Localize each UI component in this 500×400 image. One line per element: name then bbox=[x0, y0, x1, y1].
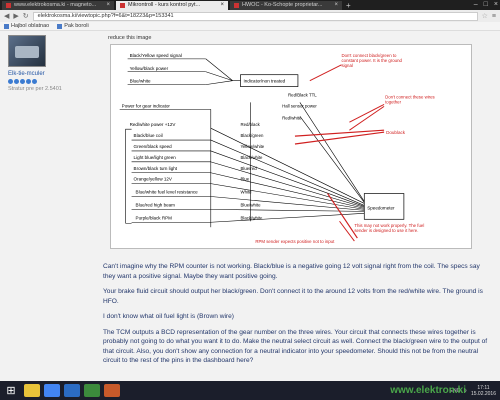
url-input[interactable]: elektrokosma.ki/viewtopic.php?f=6&t=1822… bbox=[32, 11, 478, 21]
post-paragraph: Your brake fluid circuit should output h… bbox=[103, 288, 483, 305]
wiring-diagram-svg: Black/Yellow speed signal Yellow/black p… bbox=[119, 52, 435, 244]
tab-favicon-icon bbox=[6, 3, 11, 8]
bookmark-star-icon[interactable]: ☆ bbox=[482, 12, 488, 20]
rank-dot bbox=[26, 79, 31, 84]
address-bar: ◀ ▶ ↻ elektrokosma.ki/viewtopic.php?f=6&… bbox=[0, 10, 500, 22]
username-link[interactable]: Elk-tie-mculer bbox=[8, 71, 96, 77]
close-icon[interactable]: × bbox=[334, 1, 338, 10]
post-body: reduce this image Black/Yellow speed sig… bbox=[100, 35, 492, 364]
clock[interactable]: 17:11 15.02.2016 bbox=[471, 385, 496, 397]
center-label: Red/black bbox=[240, 122, 260, 127]
forward-icon[interactable]: ▶ bbox=[13, 12, 18, 20]
center-label: Black/green bbox=[240, 133, 264, 138]
bookmark-label: Hajbol oblatnao bbox=[11, 23, 50, 29]
word-icon[interactable] bbox=[64, 384, 80, 397]
tab-favicon-icon bbox=[120, 3, 125, 8]
reload-icon[interactable]: ↻ bbox=[23, 12, 29, 20]
clock-date: 15.02.2016 bbox=[470, 390, 496, 397]
app-icon[interactable] bbox=[104, 384, 120, 397]
left-label: Black/blue coil bbox=[134, 133, 163, 138]
indicator-box-label: Indicator/non treated bbox=[243, 79, 285, 84]
left-label: Green/black speed bbox=[134, 144, 173, 149]
left-label: Blue/red high beam bbox=[136, 202, 176, 207]
watermark-text: www.elektron.ki bbox=[390, 385, 466, 396]
close-icon[interactable]: × bbox=[106, 1, 110, 10]
left-label-group: Black/Yellow speed signal Yellow/black p… bbox=[119, 53, 211, 224]
center-label: Red/white bbox=[282, 115, 302, 120]
tab-label: HWOC - Ko-Schopte proprietar... bbox=[242, 2, 323, 8]
post-paragraph: Can't imagine why the RPM counter is not… bbox=[103, 263, 480, 280]
rank-dot bbox=[32, 79, 37, 84]
avatar[interactable] bbox=[8, 35, 46, 67]
left-label: Orange/yellow 12V bbox=[134, 177, 173, 182]
left-label: Yellow/black power bbox=[130, 66, 169, 71]
speedometer-label: Speedometer bbox=[367, 205, 395, 210]
post-paragraph: I don't know what oil fuel light is (Bro… bbox=[103, 313, 234, 320]
center-label: Hall sensor power bbox=[282, 103, 317, 108]
rank-dot bbox=[20, 79, 25, 84]
tab-favicon-icon bbox=[234, 3, 239, 8]
chrome-icon[interactable] bbox=[44, 384, 60, 397]
rank-dot bbox=[8, 79, 13, 84]
red-note: RPM sender expects positive not to input bbox=[255, 239, 335, 244]
bookmarks-bar: Hajbol oblatnao Pak boroli bbox=[0, 22, 500, 31]
browser-tab-bar: www.elektrokosma.ki - magneto... × Mikro… bbox=[0, 0, 500, 10]
post-text: Can't imagine why the RPM counter is not… bbox=[103, 262, 491, 372]
back-icon[interactable]: ◀ bbox=[4, 12, 9, 20]
center-label: Red/Black TTL bbox=[288, 92, 317, 97]
post-paragraph: The TCM outputs a BCD representation of … bbox=[103, 328, 488, 365]
bookmark-label: Pak boroli bbox=[64, 23, 89, 29]
bookmark-item[interactable]: Hajbol oblatnao bbox=[4, 23, 49, 29]
minimize-icon[interactable]: – bbox=[474, 1, 478, 8]
speedometer-wires bbox=[210, 102, 365, 223]
menu-icon[interactable]: ≡ bbox=[492, 13, 496, 20]
window-close-icon[interactable]: × bbox=[494, 1, 498, 8]
start-button[interactable]: ⊞ bbox=[0, 381, 22, 400]
left-label: Purple/black RPM bbox=[136, 215, 173, 220]
tab-label: www.elektrokosma.ki - magneto... bbox=[14, 2, 97, 8]
red-note: Doublack bbox=[386, 130, 406, 135]
center-label: Blue/red bbox=[240, 166, 257, 171]
red-note: Don't connect these wires together bbox=[385, 94, 435, 105]
new-tab-button[interactable]: + bbox=[346, 1, 351, 10]
post-author-panel: Elk-tie-mculer Stratur pre per 2.5401 bbox=[8, 35, 96, 92]
red-note: Don't connect black/green to constant po… bbox=[341, 52, 402, 68]
excel-icon[interactable] bbox=[84, 384, 100, 397]
browser-tab-2[interactable]: Mikrontroll - kurs kontrol pyt... × bbox=[116, 1, 228, 10]
center-label: Blue/white bbox=[240, 202, 261, 207]
upper-connections: Indicator/non treated bbox=[205, 58, 299, 87]
browser-tab-3[interactable]: HWOC - Ko-Schopte proprietar... × bbox=[230, 1, 342, 10]
maximize-icon[interactable]: □ bbox=[484, 1, 488, 8]
image-caption: reduce this image bbox=[108, 35, 152, 41]
forum-page: Elk-tie-mculer Stratur pre per 2.5401 re… bbox=[0, 31, 500, 381]
left-label: Brown/black turn light bbox=[134, 166, 178, 171]
left-label: Red/white power +12V bbox=[130, 122, 177, 127]
rank-dot bbox=[14, 79, 19, 84]
window-controls: – □ × bbox=[474, 1, 498, 8]
post-count: Stratur pre per 2.5401 bbox=[8, 86, 62, 92]
left-label: Blue/white fuel level resistance bbox=[136, 190, 199, 195]
tab-label: Mikrontroll - kurs kontrol pyt... bbox=[128, 2, 201, 8]
left-label: Power for gear indicator bbox=[122, 103, 171, 108]
rank-badge bbox=[8, 79, 96, 84]
left-label: Light blue/light green bbox=[134, 155, 177, 160]
left-label: Blue/white bbox=[130, 79, 151, 84]
red-note: This may not work properly. The fuel sen… bbox=[354, 223, 425, 234]
left-label: Black/Yellow speed signal bbox=[130, 53, 182, 58]
bookmark-icon bbox=[4, 23, 9, 29]
browser-tab-1[interactable]: www.elektrokosma.ki - magneto... × bbox=[2, 1, 114, 10]
bookmark-item[interactable]: Pak boroli bbox=[57, 23, 89, 29]
close-icon[interactable]: × bbox=[220, 1, 224, 10]
wiring-diagram[interactable]: Black/Yellow speed signal Yellow/black p… bbox=[110, 44, 472, 249]
watermark: www.elektron.ki bbox=[390, 385, 466, 396]
bookmark-icon bbox=[57, 23, 63, 29]
file-explorer-icon[interactable] bbox=[24, 384, 40, 397]
